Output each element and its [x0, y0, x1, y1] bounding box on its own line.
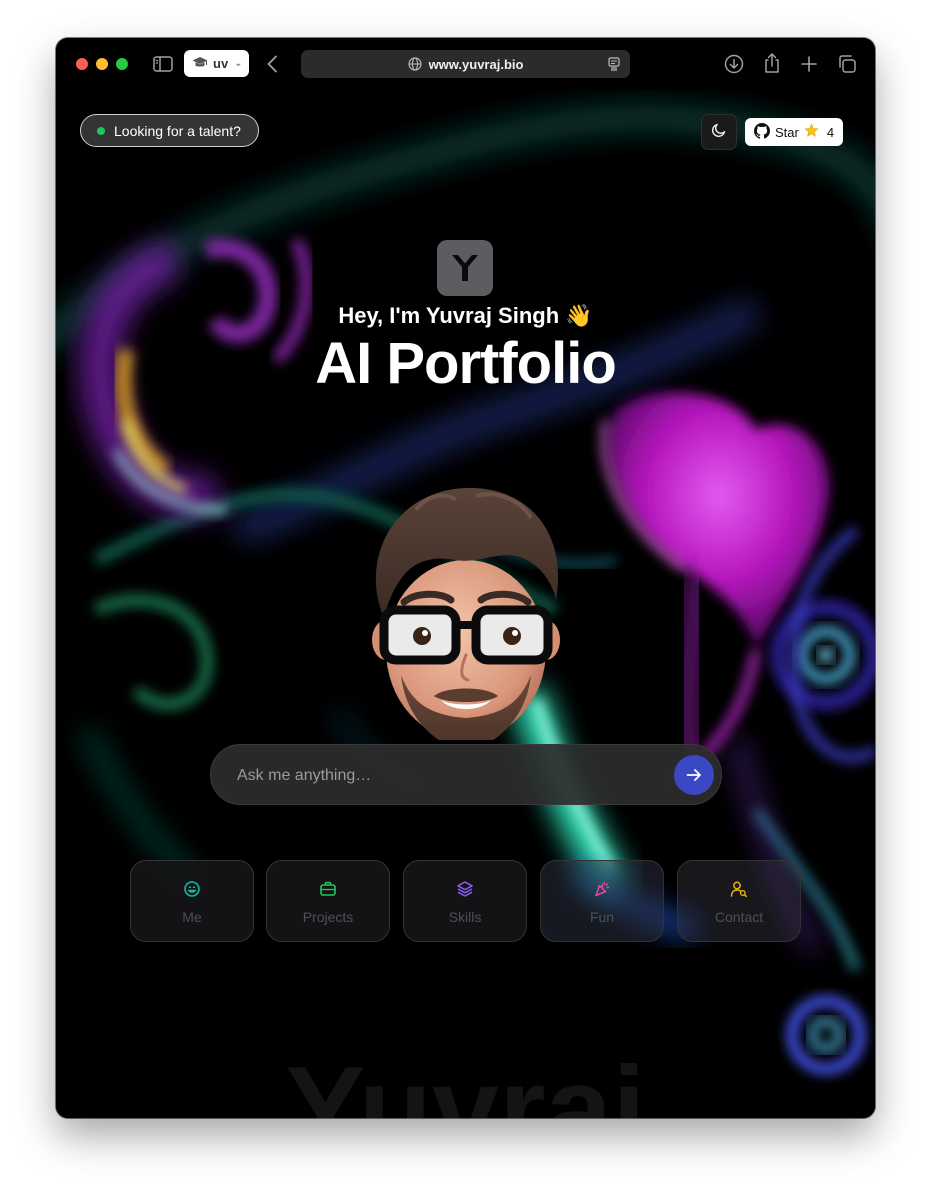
quick-action-label: Projects — [302, 909, 354, 925]
chat-input[interactable] — [235, 763, 659, 789]
globe-icon — [407, 57, 422, 71]
user-search-icon — [730, 880, 748, 903]
quick-action-label: Fun — [589, 909, 615, 925]
quick-action-fun[interactable]: Fun — [540, 860, 664, 942]
theme-toggle-button[interactable] — [701, 114, 737, 150]
status-dot — [97, 126, 105, 135]
browser-window: uv ⌄ www.yuvraj.bio Looking for a talent… — [56, 38, 875, 1118]
github-icon — [754, 122, 770, 142]
briefcase-icon — [319, 880, 337, 903]
party-popper-icon — [593, 880, 611, 903]
back-arrow-icon[interactable] — [262, 53, 282, 75]
portfolio-page: Looking for a talent? Star 4 Hey, I'm Yu… — [56, 90, 875, 1118]
quick-action-contact[interactable]: Contact — [677, 860, 801, 942]
moon-icon — [711, 122, 727, 143]
graduation-cap-icon — [192, 56, 208, 72]
site-logo — [437, 240, 493, 296]
hero-title: AI Portfolio — [315, 331, 617, 396]
address-bar[interactable]: www.yuvraj.bio — [301, 50, 630, 78]
close-window-button[interactable] — [76, 58, 88, 70]
downloads-icon[interactable] — [723, 53, 745, 75]
hero-greeting: Hey, I'm Yuvraj Singh 👋 — [338, 303, 593, 328]
chevron-down-icon: ⌄ — [234, 58, 243, 69]
y-logo-icon — [452, 255, 478, 281]
url-text: www.yuvraj.bio — [428, 56, 524, 72]
talent-status-pill[interactable]: Looking for a talent? — [80, 114, 259, 147]
send-button[interactable] — [674, 755, 714, 795]
quick-action-skills[interactable]: Skills — [403, 860, 527, 942]
tab-group-selector[interactable]: uv ⌄ — [184, 50, 249, 77]
quick-action-projects[interactable]: Projects — [266, 860, 390, 942]
tab-overview-icon[interactable] — [836, 53, 858, 75]
star-label: Star — [775, 124, 799, 140]
github-star-button[interactable]: Star 4 — [745, 118, 843, 146]
smile-icon — [183, 880, 201, 903]
quick-action-label: Skills — [448, 909, 482, 925]
share-icon[interactable] — [762, 51, 782, 75]
star-icon — [804, 123, 819, 141]
new-tab-icon[interactable] — [799, 53, 819, 75]
memoji-avatar — [372, 487, 560, 740]
quick-action-me[interactable]: Me — [130, 860, 254, 942]
quick-action-label: Me — [182, 909, 202, 925]
star-count: 4 — [826, 124, 835, 140]
chat-input-bar — [210, 744, 722, 805]
sidebar-toggle-icon[interactable] — [152, 54, 174, 74]
browser-toolbar: uv ⌄ www.yuvraj.bio — [56, 38, 875, 90]
layers-icon — [456, 880, 474, 903]
minimize-window-button[interactable] — [96, 58, 108, 70]
tab-group-label: uv — [213, 56, 229, 71]
name-watermark: Yuvraj — [285, 1042, 646, 1118]
talent-label: Looking for a talent? — [114, 122, 241, 139]
arrow-right-icon — [686, 769, 701, 781]
quick-action-label: Contact — [714, 909, 764, 925]
reader-mode-icon[interactable] — [608, 57, 620, 71]
zoom-window-button[interactable] — [116, 58, 128, 70]
